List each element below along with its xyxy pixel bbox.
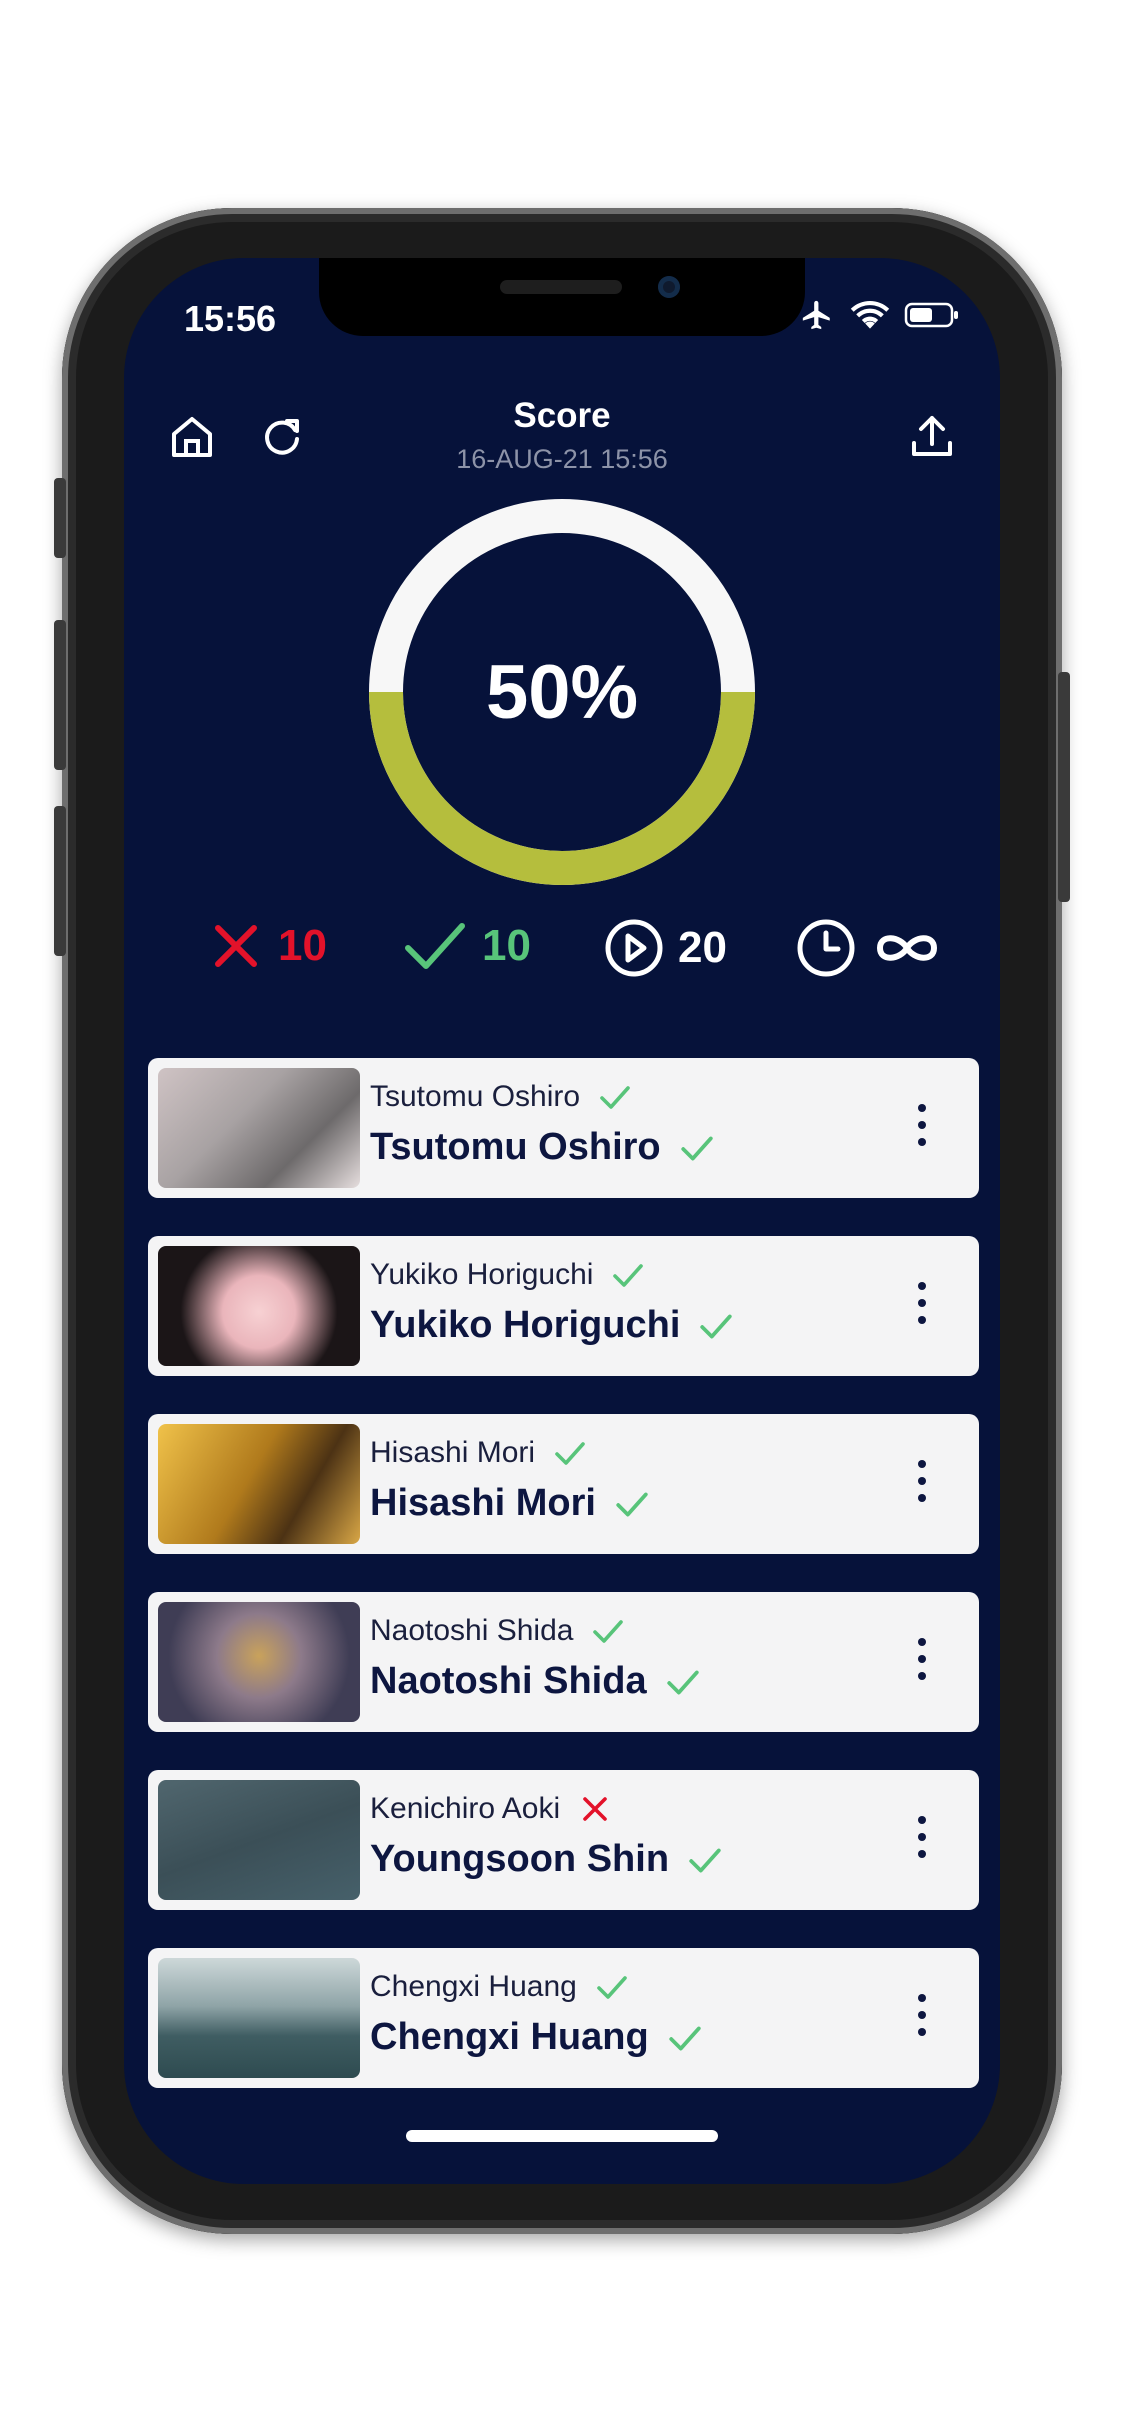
share-icon[interactable]: [904, 408, 960, 464]
more-options-icon[interactable]: [915, 1282, 929, 1332]
app-screen: 15:56 Score 16-AUG-21 15:56 50% 10 10 20…: [124, 258, 1000, 2184]
camera: [658, 276, 680, 298]
check-icon: [669, 2026, 701, 2050]
result-list: Tsutomu Oshiro Tsutomu Oshiro Yukiko Hor…: [148, 1058, 979, 2126]
check-icon: [600, 1086, 630, 1109]
correct-count: 10: [482, 921, 531, 970]
wrong-stat: 10: [208, 918, 327, 974]
answer-name: Hisashi Mori: [370, 1436, 536, 1469]
answer-row: Hisashi Mori: [370, 1436, 587, 1470]
check-icon: [680, 1136, 713, 1160]
clock-icon: [797, 919, 855, 977]
status-icons: [798, 298, 960, 332]
list-item[interactable]: Yukiko Horiguchi Yukiko Horiguchi: [148, 1236, 979, 1376]
notch: [319, 258, 805, 336]
more-options-icon[interactable]: [915, 1104, 929, 1154]
wifi-icon: [850, 300, 890, 329]
expected-name: Youngsoon Shin: [370, 1838, 670, 1880]
thumbnail-image: [158, 1424, 360, 1544]
answer-row: Naotoshi Shida: [370, 1614, 625, 1648]
power-button: [1058, 672, 1070, 902]
check-icon: [597, 1976, 627, 1999]
more-options-icon[interactable]: [915, 1638, 929, 1688]
check-icon: [666, 1670, 699, 1694]
wrong-count: 10: [278, 921, 327, 970]
play-icon: [605, 919, 663, 977]
expected-row: Chengxi Huang: [370, 2016, 703, 2059]
answer-name: Yukiko Horiguchi: [370, 1258, 594, 1291]
thumbnail-image: [158, 1780, 360, 1900]
played-count: 20: [678, 923, 727, 972]
check-icon: [700, 1314, 733, 1338]
more-options-icon[interactable]: [915, 1994, 929, 2044]
answer-name: Chengxi Huang: [370, 1970, 577, 2003]
expected-row: Yukiko Horiguchi: [370, 1304, 734, 1347]
thumbnail-image: [158, 1602, 360, 1722]
volume-down-button: [54, 806, 66, 956]
correct-stat: 10: [402, 918, 531, 974]
check-icon: [593, 1620, 624, 1643]
expected-row: Hisashi Mori: [370, 1482, 650, 1525]
mute-switch: [54, 478, 66, 558]
thumbnail-image: [158, 1068, 360, 1188]
more-options-icon[interactable]: [915, 1816, 929, 1866]
page-title: Score: [513, 396, 611, 435]
expected-name: Naotoshi Shida: [370, 1660, 647, 1702]
expected-row: Youngsoon Shin: [370, 1838, 723, 1881]
stats-bar: 10 10 20: [124, 918, 1000, 998]
list-item[interactable]: Tsutomu Oshiro Tsutomu Oshiro: [148, 1058, 979, 1198]
list-item[interactable]: Hisashi Mori Hisashi Mori: [148, 1414, 979, 1554]
answer-name: Kenichiro Aoki: [370, 1792, 561, 1825]
expected-name: Chengxi Huang: [370, 2016, 649, 2058]
score-date: 16-AUG-21 15:56: [456, 444, 668, 474]
answer-row: Chengxi Huang: [370, 1970, 629, 2004]
infinity-icon: [876, 935, 938, 961]
home-indicator: [406, 2130, 718, 2142]
list-item[interactable]: Kenichiro Aoki Youngsoon Shin: [148, 1770, 979, 1910]
check-icon: [689, 1848, 721, 1872]
answer-row: Yukiko Horiguchi: [370, 1258, 645, 1292]
speaker: [500, 280, 622, 294]
expected-row: Naotoshi Shida: [370, 1660, 701, 1703]
check-icon: [616, 1492, 648, 1516]
answer-name: Tsutomu Oshiro: [370, 1080, 581, 1113]
answer-name: Naotoshi Shida: [370, 1614, 574, 1647]
cross-icon: [215, 925, 257, 967]
check-icon: [555, 1442, 585, 1465]
answer-row: Kenichiro Aoki: [370, 1792, 612, 1826]
list-item[interactable]: Chengxi Huang Chengxi Huang: [148, 1948, 979, 2088]
airplane-icon: [802, 300, 830, 330]
list-item[interactable]: Naotoshi Shida Naotoshi Shida: [148, 1592, 979, 1732]
played-stat: 20: [604, 918, 727, 978]
thumbnail-image: [158, 1246, 360, 1366]
battery-icon: [904, 302, 958, 328]
thumbnail-image: [158, 1958, 360, 2078]
more-options-icon[interactable]: [915, 1460, 929, 1510]
status-time: 15:56: [184, 298, 277, 339]
expected-name: Yukiko Horiguchi: [370, 1304, 681, 1346]
score-percent: 50%: [485, 649, 639, 735]
time-stat: [796, 918, 944, 978]
expected-name: Tsutomu Oshiro: [370, 1126, 661, 1168]
check-icon: [405, 923, 465, 969]
check-icon: [613, 1264, 644, 1287]
answer-row: Tsutomu Oshiro: [370, 1080, 632, 1114]
cross-icon: [583, 1797, 607, 1821]
volume-up-button: [54, 620, 66, 770]
expected-name: Hisashi Mori: [370, 1482, 596, 1524]
expected-row: Tsutomu Oshiro: [370, 1126, 715, 1169]
